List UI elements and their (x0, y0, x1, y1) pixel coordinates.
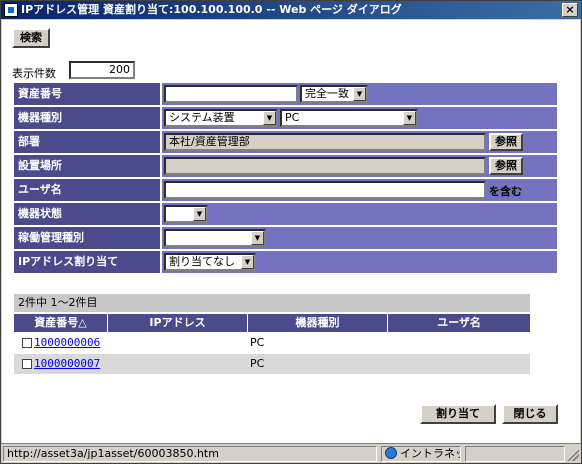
status-zone: イントラネット (381, 446, 461, 462)
col-device-type: 機器種別 (248, 314, 388, 332)
ip-cell (108, 333, 248, 353)
title-bar: IPアドレス管理 資産割り当て:100.100.100.0 -- Web ページ… (1, 1, 581, 19)
row-ip-assign: IPアドレス割り当て 割り当てなし ▼ (14, 251, 557, 274)
department-label: 部署 (14, 131, 160, 153)
display-count-label: 表示件数 (12, 67, 56, 80)
row-device-status: 機器状態 ▼ (14, 203, 557, 226)
chevron-down-icon: ▼ (193, 207, 206, 221)
dialog-window: IPアドレス管理 資産割り当て:100.100.100.0 -- Web ページ… (0, 0, 582, 464)
user-cell (388, 354, 530, 374)
asset-no-link[interactable]: 1000000007 (34, 354, 100, 374)
department-browse-button[interactable]: 参照 (489, 133, 523, 151)
window-title: IPアドレス管理 資産割り当て:100.100.100.0 -- Web ページ… (21, 3, 402, 16)
chevron-down-icon: ▼ (241, 255, 254, 269)
status-bar: http://asset3a/jp1asset/60003850.htm イント… (1, 443, 581, 463)
location-label: 設置場所 (14, 155, 160, 177)
chevron-down-icon: ▼ (263, 111, 276, 125)
location-field (164, 157, 486, 175)
device-type-cell: PC (250, 336, 265, 349)
dialog-content: 検索 表示件数 200 資産番号 完全一致 ▼ 機器種別 システム装置 ▼ PC… (2, 20, 580, 443)
results-summary: 2件中 1～2件目 (14, 294, 530, 312)
asset-no-match-select[interactable]: 完全一致 ▼ (300, 85, 368, 103)
department-field: 本社/資産管理部 (164, 133, 486, 151)
device-category-select[interactable]: システム装置 ▼ (164, 109, 278, 127)
status-url: http://asset3a/jp1asset/60003850.htm (3, 446, 377, 462)
search-button[interactable]: 検索 (12, 28, 50, 48)
row-user-name: ユーザ名 を含む (14, 179, 557, 202)
table-row: 1000000007 PC (14, 354, 530, 374)
user-name-suffix: を含む (489, 185, 522, 198)
user-name-input[interactable] (164, 181, 486, 199)
chevron-down-icon: ▼ (353, 87, 366, 101)
asset-no-link[interactable]: 1000000006 (34, 333, 100, 353)
row-location: 設置場所 参照 (14, 155, 557, 178)
device-type-label: 機器種別 (14, 107, 160, 129)
row-device-type: 機器種別 システム装置 ▼ PC ▼ (14, 107, 557, 130)
row-asset-no: 資産番号 完全一致 ▼ (14, 83, 557, 106)
asset-no-input[interactable] (164, 85, 298, 103)
close-button[interactable]: 閉じる (502, 404, 558, 424)
status-blank (465, 446, 565, 462)
user-name-label: ユーザ名 (14, 179, 160, 201)
user-cell (388, 333, 530, 353)
device-type-cell: PC (250, 357, 265, 370)
col-user-name: ユーザ名 (437, 316, 481, 329)
operation-type-select[interactable]: ▼ (164, 229, 266, 247)
asset-no-match-value: 完全一致 (305, 87, 349, 100)
status-zone-label: イントラネット (400, 447, 460, 460)
device-type-value: PC (285, 111, 300, 124)
location-browse-button[interactable]: 参照 (489, 157, 523, 175)
ip-assign-label: IPアドレス割り当て (14, 251, 160, 273)
chevron-down-icon: ▼ (251, 231, 264, 245)
intranet-icon (385, 447, 397, 459)
assign-button[interactable]: 割り当て (420, 404, 496, 424)
col-asset-no[interactable]: 資産番号△ (14, 314, 108, 332)
row-department: 部署 本社/資産管理部 参照 (14, 131, 557, 154)
device-status-select[interactable]: ▼ (164, 205, 208, 223)
row-checkbox[interactable] (22, 338, 32, 348)
asset-no-label: 資産番号 (14, 83, 160, 105)
results-header: 資産番号△ IPアドレス 機器種別 ユーザ名 (14, 314, 530, 332)
resize-grip-icon[interactable] (567, 449, 579, 461)
ip-assign-select[interactable]: 割り当てなし ▼ (164, 253, 256, 271)
device-status-label: 機器状態 (14, 203, 160, 225)
close-window-button[interactable]: × (562, 3, 578, 17)
ip-cell (108, 354, 248, 374)
display-count-input[interactable]: 200 (69, 61, 135, 79)
app-icon (4, 3, 18, 17)
chevron-down-icon: ▼ (403, 111, 416, 125)
operation-type-label: 稼働管理種別 (14, 227, 160, 249)
device-category-value: システム装置 (169, 111, 235, 124)
ip-assign-value: 割り当てなし (169, 255, 235, 268)
row-operation-type: 稼働管理種別 ▼ (14, 227, 557, 250)
table-row: 1000000006 PC (14, 333, 530, 353)
row-checkbox[interactable] (22, 359, 32, 369)
device-type-select[interactable]: PC ▼ (280, 109, 418, 127)
col-ip-address: IPアドレス (108, 314, 248, 332)
